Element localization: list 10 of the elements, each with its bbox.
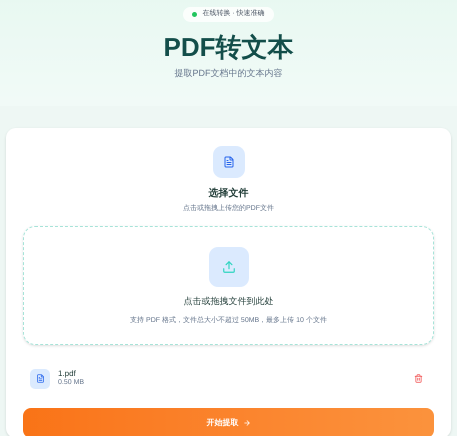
file-name: 1.pdf — [58, 369, 77, 379]
delete-button[interactable] — [414, 374, 423, 383]
arrow-right-icon — [242, 418, 250, 426]
file-icon — [30, 368, 50, 388]
document-icon — [212, 146, 244, 178]
page-subtitle: 提取PDF文档中的文本内容 — [174, 66, 282, 80]
section-title: 选择文件 — [208, 186, 248, 201]
page-title: PDF转文本 — [164, 30, 294, 64]
drop-zone-title: 点击或拖拽文件到此处 — [184, 294, 274, 308]
upload-icon — [208, 246, 248, 286]
